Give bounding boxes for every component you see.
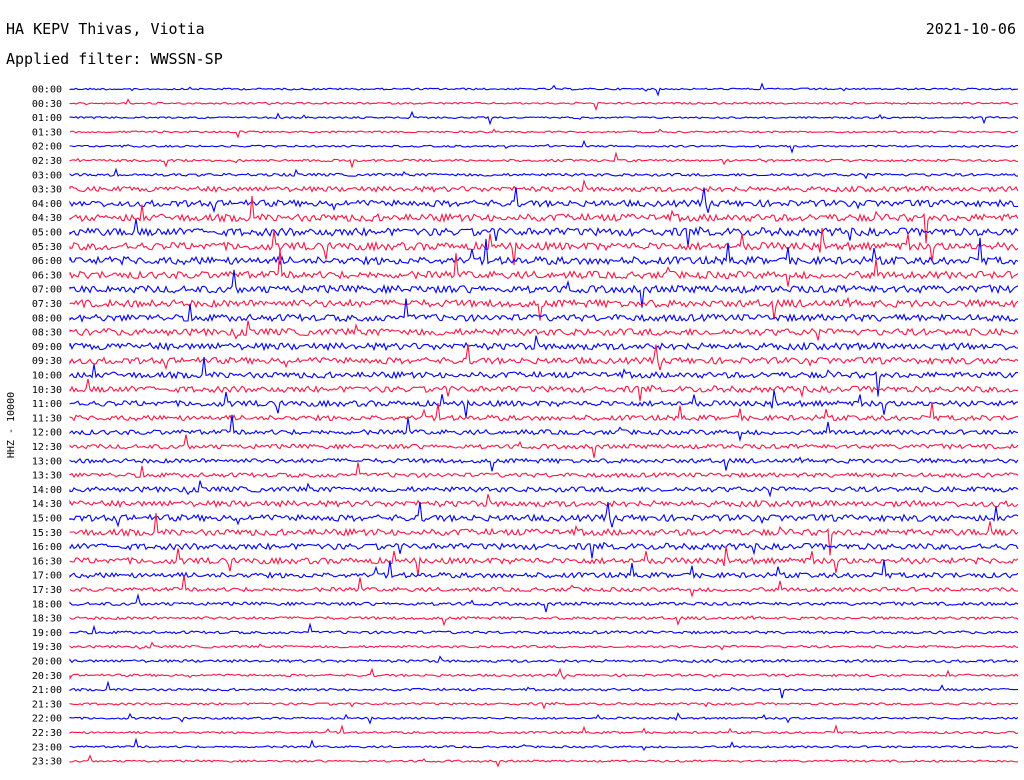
seismogram-plot: HHZ - 10000 00:00 00:30 01:00 01:30 02:00 02:…	[6, 82, 1019, 768]
row-tick-label: 17:30	[32, 585, 62, 596]
row-tick-label: 08:00	[32, 313, 62, 324]
row-tick-label: 09:00	[32, 342, 62, 353]
row-tick-label: 16:30	[32, 556, 62, 567]
row-tick-label: 17:00	[32, 571, 62, 582]
trace-row	[69, 320, 1019, 341]
trace-row	[69, 615, 1019, 627]
trace-row	[69, 655, 1019, 664]
trace-row	[69, 98, 1019, 112]
row-tick-label: 08:30	[32, 328, 62, 339]
row-tick-label: 03:00	[32, 170, 62, 181]
trace-row	[69, 494, 1019, 509]
trace-row	[69, 641, 1019, 651]
row-tick-label: 20:00	[32, 657, 62, 668]
row-tick-label: 12:30	[32, 442, 62, 453]
row-tick-label: 19:30	[32, 642, 62, 653]
row-tick-label: 11:30	[32, 413, 62, 424]
trace-row	[69, 667, 1019, 680]
trace-row	[69, 335, 1019, 352]
trace-row	[69, 82, 1019, 97]
row-tick-label: 15:30	[32, 528, 62, 539]
trace-row	[69, 167, 1019, 180]
trace-row	[69, 754, 1019, 768]
trace-row	[69, 456, 1019, 472]
row-tick-label: 18:30	[32, 614, 62, 625]
trace-row	[69, 480, 1019, 498]
row-tick-label: 16:00	[32, 542, 62, 553]
trace-row	[69, 462, 1019, 479]
row-tick-label: 21:30	[32, 699, 62, 710]
trace-row	[69, 541, 1019, 559]
row-tick-label: 00:30	[32, 99, 62, 110]
trace-row	[69, 196, 1019, 244]
row-tick-label: 04:30	[32, 213, 62, 224]
trace-row	[69, 434, 1019, 458]
row-tick-label: 21:00	[32, 685, 62, 696]
row-tick-label: 23:00	[32, 742, 62, 753]
trace-row	[69, 574, 1019, 598]
trace-row	[69, 711, 1019, 725]
trace-row	[69, 128, 1019, 139]
trace-lines	[69, 82, 1019, 768]
row-tick-label: 19:00	[32, 628, 62, 639]
trace-row	[69, 701, 1019, 710]
y-axis-label: HHZ - 10000	[6, 392, 17, 458]
trace-row	[69, 219, 1019, 247]
row-tick-label: 18:00	[32, 599, 62, 610]
trace-row	[69, 139, 1019, 154]
row-tick-label: 01:00	[32, 113, 62, 124]
row-tick-label: 07:00	[32, 285, 62, 296]
trace-row	[69, 622, 1019, 635]
trace-row	[69, 737, 1019, 752]
row-tick-label: 14:30	[32, 499, 62, 510]
row-tick-label: 07:30	[32, 299, 62, 310]
row-tick-label: 22:00	[32, 714, 62, 725]
trace-row	[69, 593, 1019, 613]
row-tick-label: 00:00	[32, 85, 62, 96]
trace-row	[69, 248, 1019, 287]
row-tick-label: 12:00	[32, 428, 62, 439]
trace-row	[69, 680, 1019, 699]
trace-row	[69, 390, 1019, 418]
row-tick-label: 10:00	[32, 371, 62, 382]
trace-row	[69, 110, 1019, 126]
row-tick-label: 02:00	[32, 142, 62, 153]
trace-row	[69, 178, 1019, 193]
row-tick-label: 23:30	[32, 757, 62, 768]
trace-row	[69, 378, 1019, 402]
trace-row	[69, 546, 1019, 576]
trace-row	[69, 724, 1019, 735]
row-tick-labels: 00:00 00:30 01:00 01:30 02:00 02:30 03:00 03:30…	[32, 85, 62, 768]
row-tick-label: 06:30	[32, 270, 62, 281]
row-tick-label: 03:30	[32, 185, 62, 196]
row-tick-label: 09:30	[32, 356, 62, 367]
row-tick-label: 13:30	[32, 471, 62, 482]
row-tick-label: 02:30	[32, 156, 62, 167]
row-tick-label: 22:30	[32, 728, 62, 739]
row-tick-label: 14:00	[32, 485, 62, 496]
row-tick-label: 15:00	[32, 514, 62, 525]
row-tick-label: 06:00	[32, 256, 62, 267]
row-tick-label: 04:00	[32, 199, 62, 210]
row-tick-label: 05:00	[32, 228, 62, 239]
row-tick-label: 01:30	[32, 127, 62, 138]
row-tick-label: 11:00	[32, 399, 62, 410]
row-tick-label: 13:00	[32, 456, 62, 467]
row-tick-label: 10:30	[32, 385, 62, 396]
row-tick-label: 05:30	[32, 242, 62, 253]
trace-row	[69, 151, 1019, 170]
row-tick-label: 20:30	[32, 671, 62, 682]
